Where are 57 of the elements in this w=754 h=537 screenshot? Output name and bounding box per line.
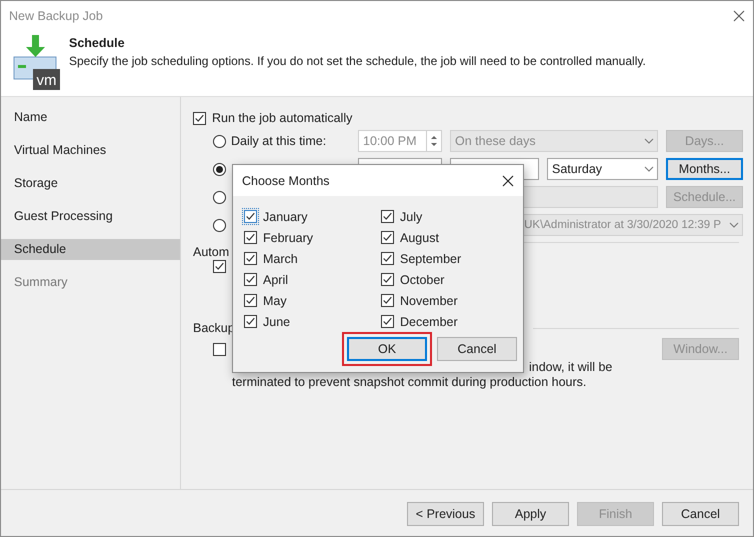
page-title: Schedule [69,36,126,50]
month-label: October [400,272,444,286]
close-icon[interactable] [502,174,514,186]
checkbox[interactable] [381,273,394,286]
checkbox[interactable] [381,294,394,307]
footer-button[interactable]: Cancel [662,502,739,526]
month-label: November [400,294,458,308]
radio-button[interactable] [213,218,226,232]
month-label: January [263,210,308,224]
radio-label: Daily at this time: [231,134,326,148]
spinner-icon[interactable] [426,131,438,151]
checkbox[interactable] [193,112,206,124]
month-label: July [400,210,422,224]
dialog-title: Choose Months [242,174,330,188]
month-label: September [400,252,462,266]
month-label: March [263,252,298,266]
month-label: August [400,230,439,244]
dialog-button[interactable]: OK [347,337,427,361]
window-title: New Backup Job [9,9,103,23]
months-button[interactable]: Months... [666,158,743,180]
checkbox[interactable] [381,315,394,328]
checkbox[interactable] [244,252,257,265]
checkbox[interactable] [381,210,394,223]
sidebar-item[interactable]: Schedule [1,239,180,260]
checkbox[interactable] [244,273,257,286]
caret-icon [644,166,654,172]
checkbox[interactable] [244,294,257,307]
checkbox[interactable] [381,252,394,265]
checkbox-label: Run the job automatically [212,111,352,125]
sidebar-item[interactable]: Name [1,107,180,128]
caret-icon [729,222,739,228]
note-text: indow, it will be [528,360,614,375]
radio-button[interactable] [213,190,226,204]
page-description: Specify the job scheduling options. If you do not set the schedule, the job will need to be controlled manually. [69,54,646,68]
footer-button[interactable]: < Previous [407,502,484,526]
checkbox[interactable] [213,342,226,356]
sidebar-item[interactable]: Storage [1,173,180,194]
month-label: April [263,272,288,286]
dialog-button[interactable]: Cancel [437,337,517,361]
section-label: Autom [193,245,230,259]
footer-button[interactable]: Apply [492,502,569,526]
checkbox[interactable] [244,315,257,328]
checkbox[interactable] [381,231,394,244]
month-label: June [263,314,290,328]
checkbox[interactable] [213,260,226,273]
month-label: December [400,314,458,328]
month-label: May [263,294,287,308]
radio-button[interactable] [213,134,226,148]
radio-button[interactable] [213,162,226,176]
month-label: February [263,230,314,244]
dropdown[interactable]: Saturday [547,158,658,180]
checkbox[interactable] [244,231,257,244]
sidebar-item[interactable]: Virtual Machines [1,140,180,161]
note-text: terminated to prevent snapshot commit during production hours. [231,375,588,390]
caret-icon [644,138,654,144]
sidebar-item[interactable]: Guest Processing [1,206,180,227]
close-icon[interactable] [733,10,745,22]
